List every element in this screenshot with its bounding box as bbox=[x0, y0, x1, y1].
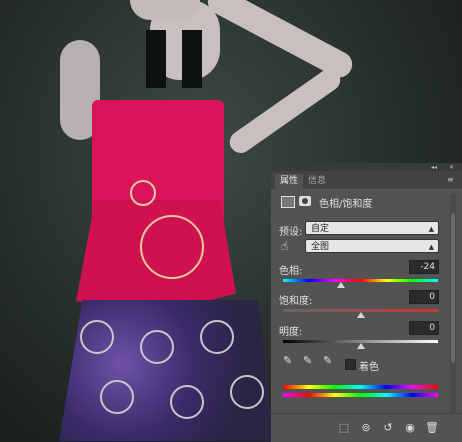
hue-label: 色相: bbox=[279, 266, 303, 277]
skirt-pattern-6 bbox=[230, 375, 264, 409]
reset-icon[interactable]: ↺ bbox=[381, 421, 395, 435]
delete-trash-icon[interactable]: 🗑 bbox=[425, 421, 439, 435]
scrollbar-thumb[interactable] bbox=[451, 213, 455, 363]
mask-icon bbox=[299, 196, 311, 206]
embroidered-flower-small bbox=[130, 180, 156, 206]
panel-tabbar: 属性 信息 ≡ bbox=[271, 171, 462, 189]
close-icon[interactable]: ✕ bbox=[449, 164, 454, 171]
collapse-icon[interactable]: ◂◂ bbox=[431, 164, 437, 171]
view-previous-icon[interactable]: ⊚ bbox=[359, 421, 373, 435]
preset-label: 预设: bbox=[279, 227, 303, 238]
hand-tool-icon[interactable]: ☝ bbox=[281, 239, 288, 253]
tab-properties[interactable]: 属性 bbox=[275, 174, 304, 189]
saturation-label: 饱和度: bbox=[279, 296, 313, 307]
panel-title: 色相/饱和度 bbox=[319, 199, 373, 210]
dropdown-arrow-icon: ▲ bbox=[428, 243, 434, 251]
output-spectrum-bar bbox=[283, 393, 438, 397]
lightness-label: 明度: bbox=[279, 327, 303, 338]
embroidered-flower bbox=[140, 215, 204, 279]
panel-menu-icon[interactable]: ≡ bbox=[447, 175, 454, 184]
adjustment-layer-icon bbox=[281, 196, 295, 208]
eyedropper-icon[interactable]: ✎ bbox=[283, 354, 292, 367]
model-face bbox=[130, 0, 200, 20]
dropdown-arrow-icon: ▲ bbox=[428, 225, 434, 233]
colorize-label: 着色 bbox=[359, 362, 379, 373]
saturation-slider-thumb[interactable] bbox=[357, 312, 365, 318]
model-forearm bbox=[225, 64, 345, 158]
panel-header-strip: ◂◂ ✕ bbox=[271, 163, 462, 171]
skirt-pattern-3 bbox=[200, 320, 234, 354]
channel-value: 全图 bbox=[311, 242, 330, 252]
hue-spectrum-bar bbox=[283, 279, 438, 282]
hue-value-field[interactable]: -24 bbox=[409, 260, 439, 274]
skirt-pattern-4 bbox=[100, 380, 134, 414]
preset-value: 自定 bbox=[311, 224, 330, 234]
lightness-slider-thumb[interactable] bbox=[357, 343, 365, 349]
colorize-checkbox[interactable] bbox=[345, 359, 356, 370]
eyedropper-add-icon[interactable]: ✎ bbox=[303, 354, 312, 367]
earring-tassel-left bbox=[146, 30, 166, 88]
skirt-pattern-5 bbox=[170, 385, 204, 419]
eyedropper-subtract-icon[interactable]: ✎ bbox=[323, 354, 332, 367]
skirt-pattern-1 bbox=[80, 320, 114, 354]
input-spectrum-bar bbox=[283, 385, 438, 389]
saturation-value-field[interactable]: 0 bbox=[409, 290, 439, 304]
tab-info[interactable]: 信息 bbox=[303, 174, 331, 189]
lightness-value-field[interactable]: 0 bbox=[409, 321, 439, 335]
clip-to-layer-icon[interactable]: ⬚ bbox=[337, 421, 351, 435]
visibility-eye-icon[interactable]: ◉ bbox=[403, 421, 417, 435]
hue-slider-thumb[interactable] bbox=[337, 282, 345, 288]
preset-dropdown[interactable]: 自定 ▲ bbox=[305, 221, 439, 235]
properties-panel: ◂◂ ✕ 属性 信息 ≡ 色相/饱和度 预设: 自定 ▲ ☝ 全图 ▲ 色相: … bbox=[271, 163, 462, 442]
panel-bottom-toolbar: ⬚ ⊚ ↺ ◉ 🗑 bbox=[271, 413, 462, 442]
skirt-pattern-2 bbox=[140, 330, 174, 364]
channel-dropdown[interactable]: 全图 ▲ bbox=[305, 239, 439, 253]
earring-tassel-right bbox=[182, 30, 202, 88]
